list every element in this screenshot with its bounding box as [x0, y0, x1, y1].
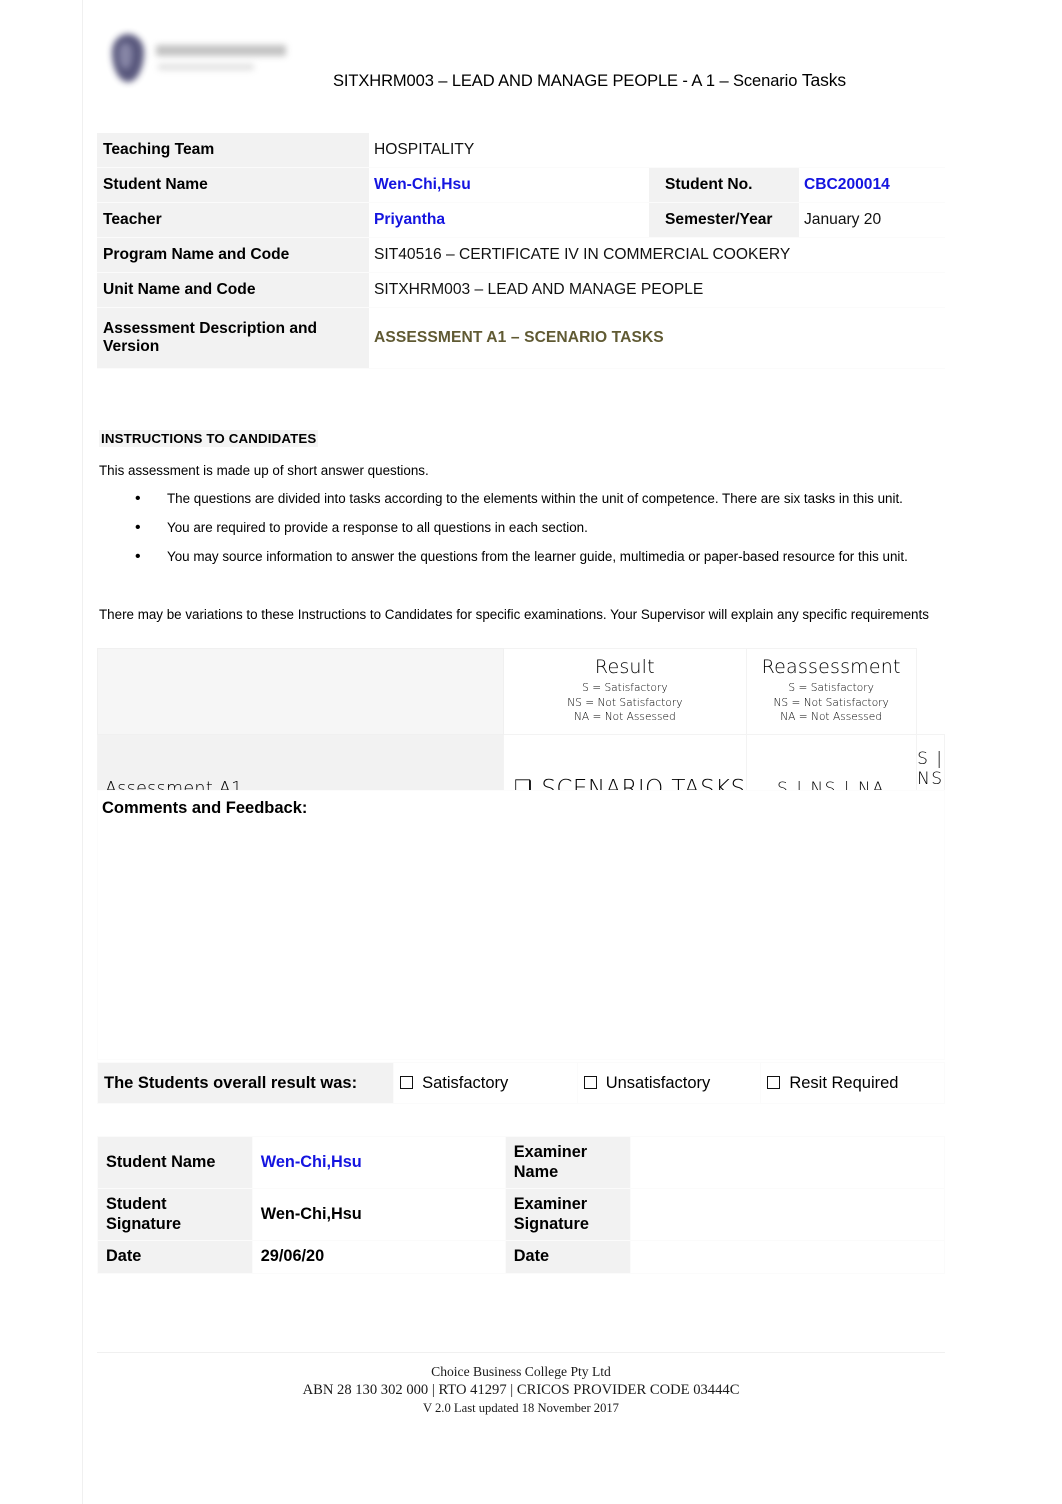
result-key-ns: NS = Not Satisfactory	[567, 696, 683, 709]
table-row: Student Name Wen-Chi,Hsu Student No. CBC…	[97, 167, 945, 203]
examiner-signature-label: Examiner Signature	[504, 1188, 632, 1242]
table-row: Date 29/06/20 Date	[97, 1240, 945, 1274]
info-value-student-no: CBC200014	[799, 167, 945, 203]
student-name-value[interactable]: Wen-Chi,Hsu	[251, 1135, 506, 1190]
student-date-label: Date	[97, 1240, 253, 1274]
list-item: The questions are divided into tasks acc…	[99, 489, 944, 510]
result-key-s: S = Satisfactory	[582, 682, 668, 694]
list-item: You are required to provide a response t…	[99, 518, 944, 539]
result-table-spacer	[96, 648, 505, 735]
overall-option-label: Satisfactory	[422, 1073, 509, 1092]
student-signature-value[interactable]: Wen-Chi,Hsu	[251, 1188, 506, 1242]
table-row: Student Signature Wen-Chi,Hsu Examiner S…	[97, 1188, 945, 1242]
document-footer: Choice Business College Pty Ltd ABN 28 1…	[97, 1363, 945, 1417]
reassessment-key-s: S = Satisfactory	[788, 682, 874, 694]
signature-table: Student Name Wen-Chi,Hsu Examiner Name S…	[97, 1135, 945, 1274]
reassessment-key-na: NA = Not Assessed	[780, 711, 883, 724]
page-title: SITXHRM003 – LEAD AND MANAGE PEOPLE - A …	[333, 70, 846, 91]
footer-divider	[97, 1352, 945, 1353]
info-value-assessment-description: ASSESSMENT A1 – SCENARIO TASKS	[369, 307, 945, 369]
table-row: Teaching Team HOSPITALITY	[97, 133, 945, 168]
document-page: SITXHRM003 – LEAD AND MANAGE PEOPLE - A …	[0, 0, 1062, 1504]
assessment-info-table: Teaching Team HOSPITALITY Student Name W…	[97, 133, 945, 369]
table-row: Assessment Description and Version ASSES…	[97, 307, 945, 369]
footer-version: V 2.0 Last updated 18 November 2017	[423, 1401, 619, 1416]
table-row: The Students overall result was: Satisfa…	[96, 1061, 945, 1105]
info-value-student-name: Wen-Chi,Hsu	[369, 167, 649, 203]
student-date-value[interactable]: 29/06/20	[251, 1240, 506, 1274]
checkbox-empty-icon[interactable]	[400, 1075, 414, 1089]
list-item: You may source information to answer the…	[99, 547, 944, 568]
info-value-program: SIT40516 – CERTIFICATE IV IN COMMERCIAL …	[369, 237, 945, 273]
student-name-label: Student Name	[97, 1135, 253, 1190]
overall-option-unsatisfactory[interactable]: Unsatisfactory	[576, 1061, 762, 1105]
info-label-unit: Unit Name and Code	[97, 272, 369, 308]
info-value-teaching-team: HOSPITALITY	[369, 133, 945, 168]
table-row: Student Name Wen-Chi,Hsu Examiner Name	[97, 1135, 945, 1190]
overall-option-resit-required[interactable]: Resit Required	[760, 1061, 945, 1105]
page-left-edge	[82, 0, 83, 1504]
comments-label: Comments and Feedback:	[102, 799, 308, 817]
result-key-na: NA = Not Assessed	[573, 711, 676, 724]
instructions-bullet-list: The questions are divided into tasks acc…	[99, 489, 944, 577]
info-label-student-no: Student No.	[649, 167, 799, 203]
student-signature-label: Student Signature	[97, 1188, 253, 1242]
info-value-unit: SITXHRM003 – LEAD AND MANAGE PEOPLE	[369, 272, 945, 308]
info-label-semester-year: Semester/Year	[649, 202, 799, 238]
page-title-tail: Tasks	[801, 70, 847, 90]
document-header: SITXHRM003 – LEAD AND MANAGE PEOPLE - A …	[85, 18, 965, 110]
reassessment-column-header: Reassessment S = Satisfactory NS = Not S…	[745, 648, 917, 735]
table-row: Result S = Satisfactory NS = Not Satisfa…	[96, 648, 945, 735]
shield-logo-icon	[112, 34, 144, 82]
overall-option-label: Unsatisfactory	[605, 1073, 711, 1092]
overall-result-table: The Students overall result was: Satisfa…	[96, 1061, 945, 1105]
info-value-semester-year: January 20	[799, 202, 945, 238]
info-label-student-name: Student Name	[97, 167, 369, 203]
table-row: Program Name and Code SIT40516 – CERTIFI…	[97, 237, 945, 273]
table-row: Teacher Priyantha Semester/Year January …	[97, 202, 945, 238]
footer-company-name: Choice Business College Pty Ltd	[431, 1364, 611, 1379]
table-row: Unit Name and Code SITXHRM003 – LEAD AND…	[97, 272, 945, 308]
instructions-lead-text: This assessment is made up of short answ…	[99, 463, 429, 478]
logo-wordmark	[156, 45, 286, 56]
comments-and-feedback-box[interactable]: Comments and Feedback:	[97, 790, 945, 1060]
examiner-date-label: Date	[504, 1240, 632, 1274]
info-value-teacher: Priyantha	[369, 202, 649, 238]
examiner-name-label: Examiner Name	[504, 1135, 632, 1190]
info-label-teacher: Teacher	[97, 202, 369, 238]
logo-subtext	[158, 64, 254, 70]
checkbox-empty-icon[interactable]	[767, 1075, 781, 1089]
instructions-heading: INSTRUCTIONS TO CANDIDATES	[99, 430, 319, 447]
info-label-program: Program Name and Code	[97, 237, 369, 273]
result-heading: Result	[594, 656, 655, 678]
instructions-footnote: There may be variations to these Instruc…	[99, 607, 929, 622]
reassessment-heading: Reassessment	[761, 656, 901, 678]
page-title-main: SITXHRM003 – LEAD AND MANAGE PEOPLE - A …	[333, 72, 802, 90]
footer-registration-details: ABN 28 130 302 000 | RTO 41297 | CRICOS …	[302, 1381, 740, 1398]
reassessment-key-ns: NS = Not Satisfactory	[773, 696, 889, 709]
info-label-teaching-team: Teaching Team	[97, 133, 369, 168]
overall-option-label: Resit Required	[789, 1073, 899, 1092]
college-logo	[100, 28, 300, 90]
examiner-date-value[interactable]	[630, 1240, 945, 1274]
result-column-header: Result S = Satisfactory NS = Not Satisfa…	[503, 648, 747, 735]
overall-option-satisfactory[interactable]: Satisfactory	[393, 1061, 578, 1105]
checkbox-empty-icon[interactable]	[583, 1075, 597, 1089]
overall-result-label: The Students overall result was:	[96, 1061, 395, 1105]
examiner-signature-value[interactable]	[630, 1188, 945, 1242]
examiner-name-value[interactable]	[630, 1135, 945, 1190]
info-label-assessment-description: Assessment Description and Version	[97, 307, 369, 369]
